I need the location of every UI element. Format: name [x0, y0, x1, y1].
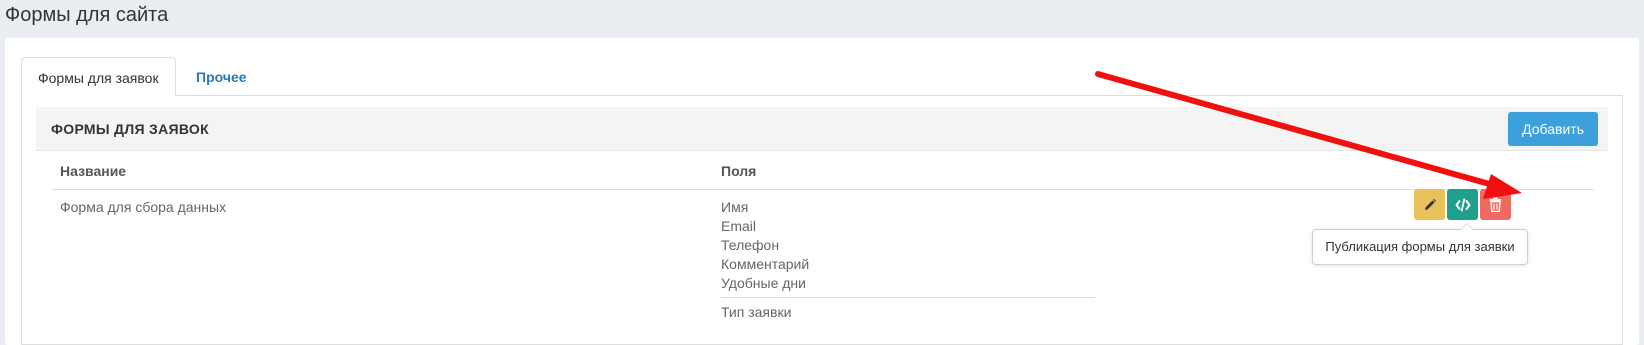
- trash-icon: [1489, 197, 1502, 212]
- field-item: Имя: [721, 199, 749, 215]
- tab-request-forms[interactable]: Формы для заявок: [21, 57, 176, 97]
- field-item: Телефон: [721, 237, 780, 253]
- delete-button[interactable]: [1480, 189, 1511, 220]
- pencil-icon: [1424, 198, 1436, 210]
- edit-button[interactable]: [1414, 189, 1445, 220]
- field-item-extra: Тип заявки: [721, 304, 792, 320]
- field-item: Email: [721, 218, 757, 234]
- page-title: Формы для сайта: [5, 4, 169, 26]
- tab-content: ФОРМЫ ДЛЯ ЗАЯВОК Добавить Название Поля …: [21, 96, 1623, 345]
- publish-tooltip: Публикация формы для заявки: [1312, 223, 1528, 265]
- form-name-cell: Форма для сбора данных: [60, 199, 227, 215]
- add-button[interactable]: Добавить: [1508, 112, 1598, 146]
- tab-other[interactable]: Прочее: [180, 57, 263, 97]
- header-divider: [52, 189, 1594, 190]
- publish-form-button[interactable]: [1447, 189, 1478, 220]
- column-header-fields: Поля: [721, 163, 757, 179]
- code-icon: [1455, 198, 1470, 211]
- forms-panel: Формы для заявок Прочее ФОРМЫ ДЛЯ ЗАЯВОК…: [5, 38, 1639, 345]
- column-header-name: Название: [60, 163, 127, 179]
- section-header: ФОРМЫ ДЛЯ ЗАЯВОК Добавить: [36, 107, 1608, 151]
- section-title: ФОРМЫ ДЛЯ ЗАЯВОК: [51, 121, 209, 137]
- fields-cell: Имя Email Телефон Комментарий Удобные дн…: [721, 198, 1095, 322]
- tab-bar: Формы для заявок Прочее: [21, 57, 1623, 97]
- field-item: Удобные дни: [721, 275, 806, 291]
- field-item: Комментарий: [721, 256, 810, 272]
- fields-divider: [721, 297, 1095, 298]
